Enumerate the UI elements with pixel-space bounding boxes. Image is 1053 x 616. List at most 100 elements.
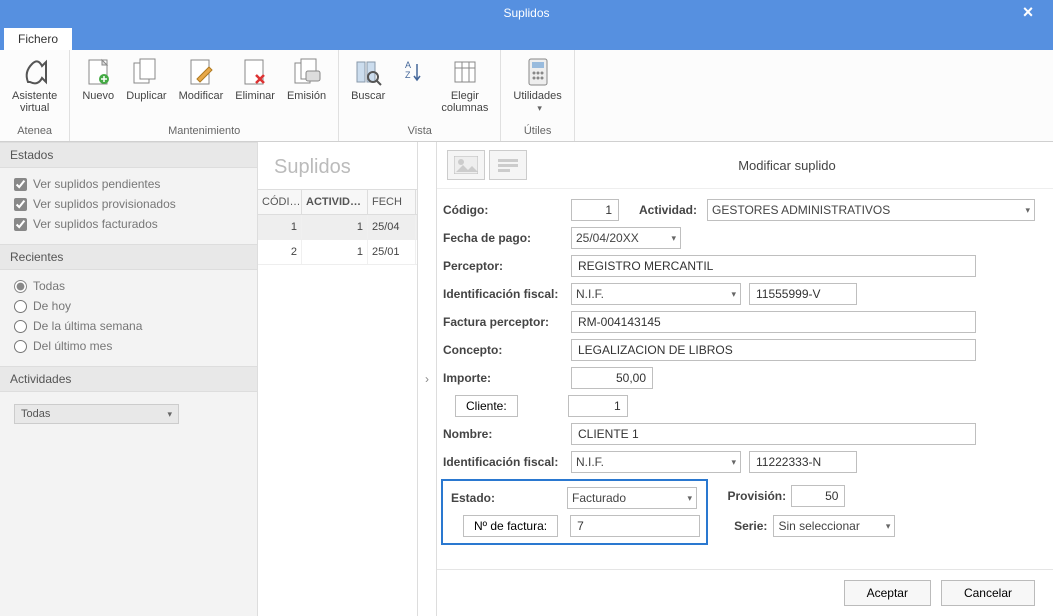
select-estado[interactable]: Facturado▾ bbox=[567, 487, 697, 509]
estados-header: Estados bbox=[0, 142, 257, 168]
buscar-button[interactable]: Buscar bbox=[345, 54, 391, 104]
chevron-down-icon: ▾ bbox=[671, 233, 676, 244]
recientes-header: Recientes bbox=[0, 244, 257, 270]
chk-pendientes[interactable]: Ver suplidos pendientes bbox=[14, 174, 247, 194]
cliente-button[interactable]: Cliente: bbox=[455, 395, 518, 417]
emision-button[interactable]: Emisión bbox=[281, 54, 332, 104]
input-perceptor[interactable] bbox=[571, 255, 976, 277]
label-importe: Importe: bbox=[441, 371, 571, 385]
splitter[interactable]: › bbox=[418, 142, 436, 616]
input-fechapago[interactable]: 25/04/20XX▾ bbox=[571, 227, 681, 249]
edit-icon bbox=[185, 56, 217, 88]
group-label-mantenimiento: Mantenimiento bbox=[168, 123, 240, 139]
ribbon-group-atenea: Asistente virtual Atenea bbox=[0, 50, 70, 141]
actividades-header: Actividades bbox=[0, 366, 257, 392]
select-cliente-idfiscal-type[interactable]: N.I.F.▾ bbox=[571, 451, 741, 473]
columns-icon bbox=[449, 56, 481, 88]
alpha-icon bbox=[19, 56, 51, 88]
chevron-down-icon: ▾ bbox=[731, 289, 736, 300]
tab-fichero[interactable]: Fichero bbox=[3, 27, 73, 50]
col-fecha[interactable]: FECH bbox=[368, 190, 416, 214]
label-nombre: Nombre: bbox=[441, 427, 571, 441]
input-importe[interactable] bbox=[571, 367, 653, 389]
label-perceptor: Perceptor: bbox=[441, 259, 571, 273]
input-codigo[interactable] bbox=[571, 199, 619, 221]
duplicate-icon bbox=[130, 56, 162, 88]
label-concepto: Concepto: bbox=[441, 343, 571, 357]
calculator-icon bbox=[522, 56, 554, 88]
rad-semana[interactable]: De la última semana bbox=[14, 316, 247, 336]
chevron-down-icon: ▾ bbox=[731, 457, 736, 468]
group-label-utiles: Útiles bbox=[524, 123, 552, 139]
group-label-atenea: Atenea bbox=[17, 123, 52, 139]
window-title: Suplidos bbox=[503, 6, 549, 20]
nuevo-button[interactable]: Nuevo bbox=[76, 54, 120, 104]
cancelar-button[interactable]: Cancelar bbox=[941, 580, 1035, 606]
form-title: Modificar suplido bbox=[531, 158, 1043, 173]
col-actividad[interactable]: ACTIVID… bbox=[302, 190, 368, 214]
label-facturaperceptor: Factura perceptor: bbox=[441, 315, 571, 329]
col-codigo[interactable]: CÓDI… bbox=[258, 190, 302, 214]
elegir-columnas-button[interactable]: Elegir columnas bbox=[435, 54, 494, 116]
sort-button[interactable]: AZ bbox=[391, 54, 435, 92]
emit-icon bbox=[291, 56, 323, 88]
thumbnail-list-icon[interactable] bbox=[489, 150, 527, 180]
nfactura-button[interactable]: Nº de factura: bbox=[463, 515, 558, 537]
chevron-down-icon: ▾ bbox=[167, 409, 172, 420]
rad-mes[interactable]: Del último mes bbox=[14, 336, 247, 356]
estado-highlight-box: Estado: Facturado▾ Nº de factura: bbox=[441, 479, 708, 545]
label-estado: Estado: bbox=[449, 491, 567, 505]
input-cliente-idfiscal-num[interactable] bbox=[749, 451, 857, 473]
select-idfiscal-type[interactable]: N.I.F.▾ bbox=[571, 283, 741, 305]
chevron-down-icon: ▾ bbox=[537, 103, 542, 113]
rad-hoy[interactable]: De hoy bbox=[14, 296, 247, 316]
delete-icon bbox=[239, 56, 271, 88]
actividades-combo[interactable]: Todas ▾ bbox=[14, 404, 179, 424]
input-nombre[interactable] bbox=[571, 423, 976, 445]
ribbon-group-mantenimiento: Nuevo Duplicar Modificar Eliminar bbox=[70, 50, 339, 141]
form-footer: Aceptar Cancelar bbox=[437, 569, 1053, 616]
rad-todas[interactable]: Todas bbox=[14, 276, 247, 296]
input-concepto[interactable] bbox=[571, 339, 976, 361]
form-body: Código: Actividad: GESTORES ADMINISTRATI… bbox=[437, 189, 1053, 569]
chk-facturados[interactable]: Ver suplidos facturados bbox=[14, 214, 247, 234]
label-provision: Provisión: bbox=[725, 489, 791, 503]
input-cliente[interactable] bbox=[568, 395, 628, 417]
table-row[interactable]: 1 1 25/04 bbox=[258, 215, 417, 240]
close-button[interactable]: × bbox=[1013, 0, 1043, 25]
utilidades-button[interactable]: Utilidades▾ bbox=[507, 54, 567, 116]
modificar-button[interactable]: Modificar bbox=[173, 54, 230, 104]
right-panel: Modificar suplido Código: Actividad: GES… bbox=[436, 142, 1053, 616]
thumbnail-image-icon[interactable] bbox=[447, 150, 485, 180]
select-actividad[interactable]: GESTORES ADMINISTRATIVOS▾ bbox=[707, 199, 1035, 221]
chevron-right-icon: › bbox=[425, 372, 429, 386]
search-icon bbox=[352, 56, 384, 88]
asistente-virtual-button[interactable]: Asistente virtual bbox=[6, 54, 63, 116]
chk-provisionados[interactable]: Ver suplidos provisionados bbox=[14, 194, 247, 214]
input-provision[interactable] bbox=[791, 485, 845, 507]
sort-icon: AZ bbox=[397, 56, 429, 88]
input-nfactura[interactable] bbox=[570, 515, 700, 537]
input-facturaperceptor[interactable] bbox=[571, 311, 976, 333]
table-row[interactable]: 2 1 25/01 bbox=[258, 240, 417, 265]
grid-header: CÓDI… ACTIVID… FECH bbox=[258, 190, 417, 215]
grid: CÓDI… ACTIVID… FECH 1 1 25/04 2 1 25/01 bbox=[258, 189, 417, 265]
left-panel: Estados Ver suplidos pendientes Ver supl… bbox=[0, 142, 258, 616]
aceptar-button[interactable]: Aceptar bbox=[844, 580, 931, 606]
main-area: Estados Ver suplidos pendientes Ver supl… bbox=[0, 142, 1053, 616]
form-header: Modificar suplido bbox=[437, 142, 1053, 189]
ribbon-group-vista: Buscar AZ Elegir columnas Vista bbox=[339, 50, 501, 141]
label-idfiscal: Identificación fiscal: bbox=[441, 287, 571, 301]
new-document-icon bbox=[82, 56, 114, 88]
eliminar-button[interactable]: Eliminar bbox=[229, 54, 281, 104]
label-actividad: Actividad: bbox=[637, 203, 707, 217]
title-bar: Suplidos × bbox=[0, 0, 1053, 25]
duplicar-button[interactable]: Duplicar bbox=[120, 54, 172, 104]
center-panel: Suplidos CÓDI… ACTIVID… FECH 1 1 25/04 2… bbox=[258, 142, 418, 616]
ribbon: Asistente virtual Atenea Nuevo Duplicar bbox=[0, 50, 1053, 142]
tab-strip: Fichero bbox=[0, 25, 1053, 50]
input-idfiscal-num[interactable] bbox=[749, 283, 857, 305]
asistente-label: Asistente virtual bbox=[12, 90, 57, 114]
label-cliente-idfiscal: Identificación fiscal: bbox=[441, 455, 571, 469]
select-serie[interactable]: Sin seleccionar▾ bbox=[773, 515, 895, 537]
